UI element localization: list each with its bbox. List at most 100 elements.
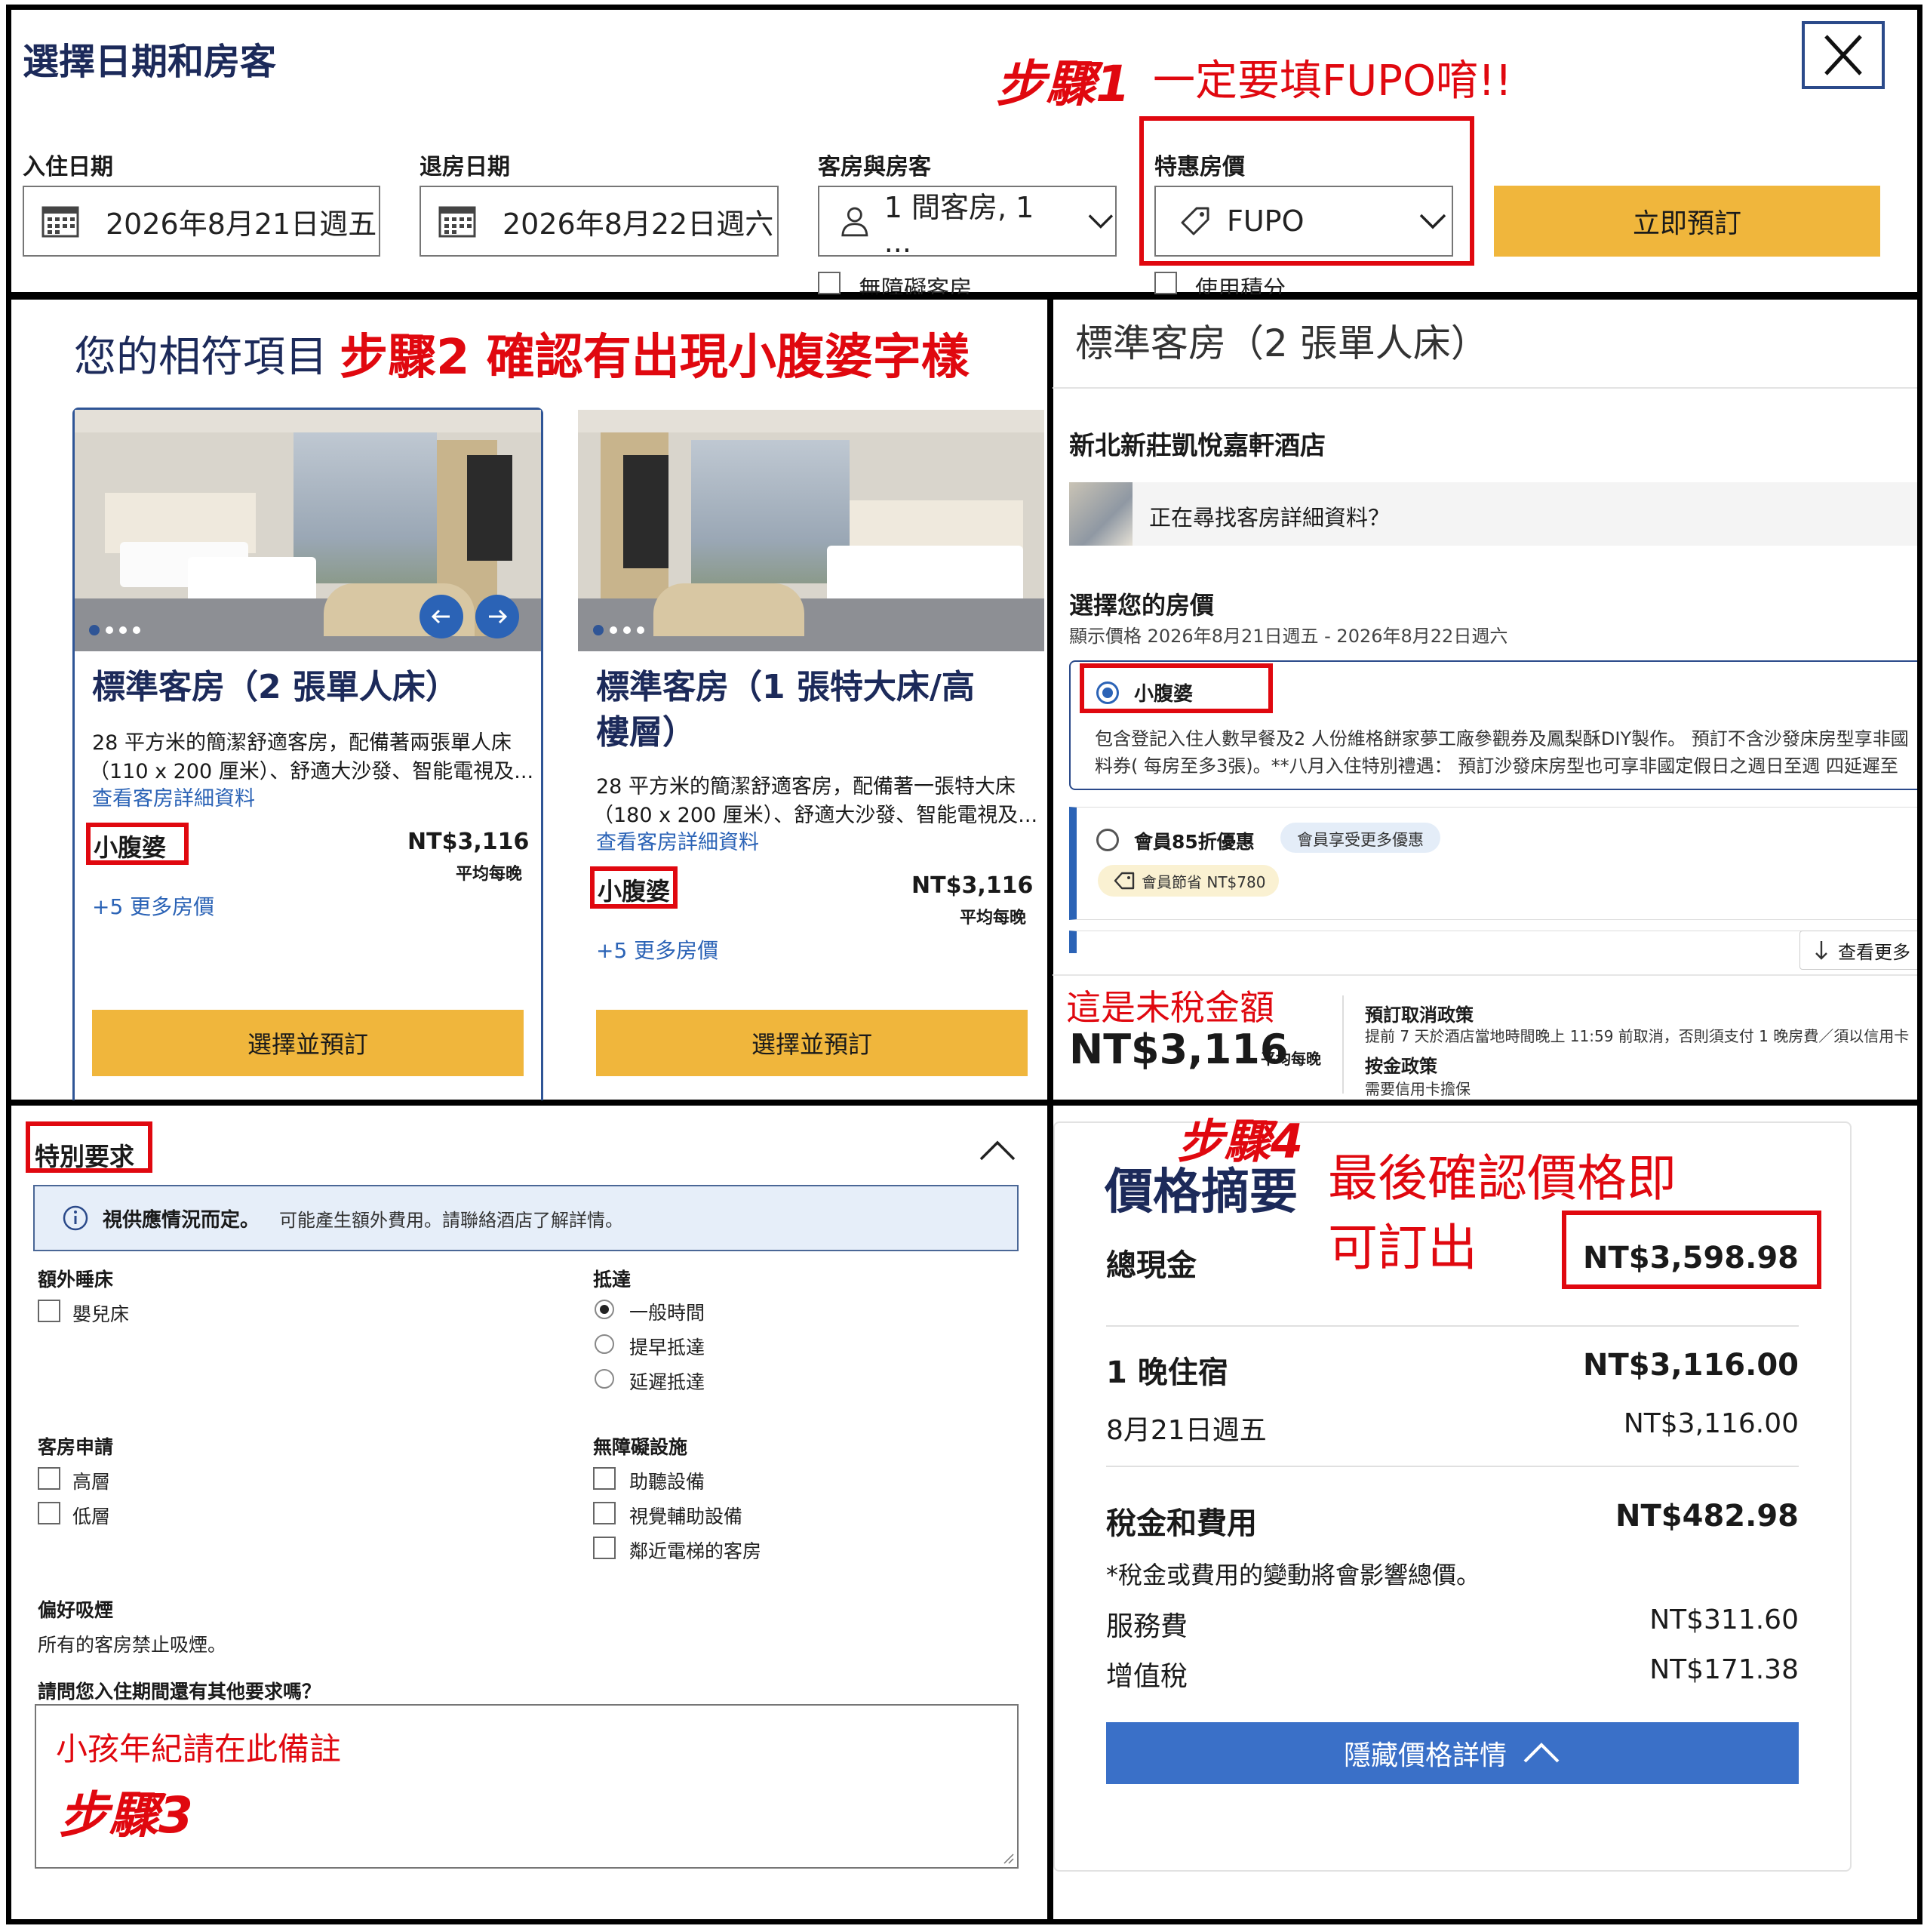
checkin-label: 入住日期 <box>23 154 113 180</box>
dates-shown: 顯示價格 2026年8月21日週五 - 2026年8月22日週六 <box>1069 626 1508 647</box>
extra-bed-title: 額外睡床 <box>38 1269 114 1291</box>
availability-notice: 視供應情況而定。 可能產生額外費用。請聯絡酒店了解詳情。 <box>33 1185 1019 1251</box>
matches-heading: 您的相符項目 <box>74 333 327 382</box>
visual-checkbox[interactable] <box>593 1502 616 1524</box>
service-value: NT$311.60 <box>1649 1604 1799 1635</box>
other-requests-label: 請問您入住期間還有其他要求嗎？ <box>38 1681 321 1703</box>
step2-note: 步驟2 確認有出現小腹婆字樣 <box>340 330 970 386</box>
total-label: 總現金 <box>1106 1248 1197 1283</box>
low-floor-checkbox[interactable] <box>38 1502 60 1524</box>
crib-checkbox[interactable] <box>38 1300 60 1322</box>
step4-label: 步驟4 <box>1177 1114 1304 1169</box>
guests-value: 1 間客房, 1 ... <box>884 190 1034 259</box>
carousel-prev-button[interactable] <box>420 595 463 638</box>
room-photo[interactable] <box>578 410 1044 651</box>
step1-highlight <box>1139 116 1474 266</box>
carousel-dots[interactable] <box>89 625 140 635</box>
room-details-link[interactable]: 查看客房詳細資料 <box>92 782 255 811</box>
cancel-policy-text: 提前 7 天於酒店當地時間晚上 11:59 前取消，否則須支付 1 晚房費／須以… <box>1365 1027 1910 1045</box>
vat-value: NT$171.38 <box>1649 1654 1799 1685</box>
more-rates-link[interactable]: +5 更多房價 <box>92 891 214 921</box>
step4-note: 可訂出 <box>1328 1219 1477 1277</box>
detail-price: NT$3,116 <box>1069 1026 1289 1073</box>
use-points-checkbox[interactable] <box>1154 272 1177 294</box>
room-name: 標準客房（2 張單人床） <box>92 668 459 706</box>
hide-price-details-label: 隱藏價格詳情 <box>1343 1740 1507 1771</box>
taxes-value: NT$482.98 <box>1615 1499 1799 1534</box>
accessibility-title: 無障礙設施 <box>593 1436 688 1458</box>
rate-highlight <box>86 823 189 865</box>
member-badge: 會員享受更多優惠 <box>1280 823 1440 853</box>
more-rates-link[interactable]: +5 更多房價 <box>596 934 718 964</box>
rate1-desc: 包含登記入住人數早餐及2 人份維格餅家夢工廠參觀券及鳳梨酥DIY製作。 預訂不含… <box>1095 728 1909 749</box>
untaxed-note: 這是未稅金額 <box>1066 987 1274 1028</box>
chevron-up-icon[interactable] <box>978 1140 1017 1162</box>
arrow-down-icon <box>1815 941 1827 960</box>
checkin-value: 2026年8月21日週五 <box>106 207 377 241</box>
near-elevator-checkbox[interactable] <box>593 1537 616 1559</box>
stay-value: NT$3,116.00 <box>1583 1348 1799 1383</box>
arrival-early-label: 提早抵達 <box>629 1337 705 1358</box>
rate-option-3-partial[interactable] <box>1069 931 1917 953</box>
hide-price-details-button[interactable]: 隱藏價格詳情 <box>1106 1722 1799 1784</box>
room-detail-title: 標準客房（2 張單人床） <box>1075 321 1489 365</box>
view-more-button[interactable]: 查看更多 <box>1799 931 1917 970</box>
special-requests-highlight <box>26 1121 152 1173</box>
high-floor-label: 高層 <box>72 1471 111 1493</box>
carousel-dots[interactable] <box>593 625 644 635</box>
visual-label: 視覺輔助設備 <box>629 1506 743 1527</box>
room-details-banner[interactable]: 正在尋找客房詳細資料？ <box>1069 482 1917 546</box>
resize-handle-icon[interactable] <box>1000 1850 1014 1864</box>
rate1-desc: 料券( 每房至多3張)。**八月入住特別禮遇： 預訂沙發床房型也可享非國定假日之… <box>1095 755 1898 777</box>
night-date: 8月21日週五 <box>1106 1415 1267 1446</box>
hearing-checkbox[interactable] <box>593 1467 616 1490</box>
choose-rate-title: 選擇您的房價 <box>1069 591 1215 620</box>
high-floor-checkbox[interactable] <box>38 1467 60 1490</box>
select-and-book-button[interactable]: 選擇並預訂 <box>596 1010 1028 1076</box>
service-label: 服務費 <box>1106 1611 1188 1642</box>
guests-dropdown[interactable]: 1 間客房, 1 ... <box>818 186 1117 259</box>
room-description: （180 x 200 厘米）、舒適大沙發、智能電視及... <box>593 804 1038 827</box>
room-price: NT$3,116 <box>911 872 1034 899</box>
guests-label: 客房與房客 <box>818 154 931 180</box>
close-button[interactable] <box>1802 21 1885 89</box>
book-now-button[interactable]: 立即預訂 <box>1494 186 1880 257</box>
detail-price-unit: 平均每晚 <box>1261 1050 1321 1068</box>
arrival-late-label: 延遲抵達 <box>629 1371 705 1393</box>
rate2-name: 會員85折優惠 <box>1134 831 1255 853</box>
rate-option-2[interactable]: 會員85折優惠 會員享受更多優惠 會員節省 NT$780 <box>1069 807 1917 920</box>
step3-note: 小孩年紀請在此備註 <box>56 1730 342 1767</box>
room-photo[interactable] <box>75 410 541 651</box>
stay-label: 1 晚住宿 <box>1106 1355 1228 1390</box>
room-description: 28 平方米的簡潔舒適客房，配備著兩張單人床 <box>92 731 512 755</box>
carousel-next-button[interactable] <box>475 595 519 638</box>
room-details-link[interactable]: 查看客房詳細資料 <box>596 826 759 855</box>
radio-unselected[interactable] <box>1096 829 1119 851</box>
calendar-icon <box>41 206 79 238</box>
cancel-policy-title: 預訂取消政策 <box>1365 1004 1474 1026</box>
deposit-text: 需要信用卡擔保 <box>1365 1080 1471 1098</box>
checkout-value: 2026年8月22日週六 <box>502 207 774 241</box>
divider <box>1106 1325 1799 1327</box>
arrival-late-radio[interactable] <box>595 1369 614 1389</box>
accessible-room-checkbox[interactable] <box>818 272 841 294</box>
view-more-label: 查看更多 <box>1838 941 1910 963</box>
other-requests-textarea[interactable]: 小孩年紀請在此備註 步驟3 <box>35 1704 1019 1869</box>
step4-note: 最後確認價格即 <box>1328 1149 1677 1208</box>
room-description: 28 平方米的簡潔舒適客房，配備著一張特大床 <box>596 775 1016 798</box>
deposit-title: 按金政策 <box>1365 1056 1437 1077</box>
arrival-normal-radio[interactable] <box>595 1300 614 1319</box>
tax-note: *稅金或費用的變動將會影響總價。 <box>1106 1561 1481 1589</box>
notice-bold: 視供應情況而定。 <box>103 1208 260 1232</box>
checkout-field[interactable]: 2026年8月22日週六 <box>420 186 779 257</box>
step1-note: 一定要填FUPO唷!! <box>1153 57 1512 106</box>
night-value: NT$3,116.00 <box>1623 1408 1799 1439</box>
arrival-early-radio[interactable] <box>595 1334 614 1354</box>
rate1-highlight <box>1080 663 1273 713</box>
chevron-down-icon <box>1088 214 1114 229</box>
calendar-icon <box>438 206 476 238</box>
step1-label: 步驟1 <box>996 55 1130 113</box>
select-and-book-button[interactable]: 選擇並預訂 <box>92 1010 524 1076</box>
checkin-field[interactable]: 2026年8月21日週五 <box>23 186 380 257</box>
room-thumbnail <box>1069 482 1133 546</box>
